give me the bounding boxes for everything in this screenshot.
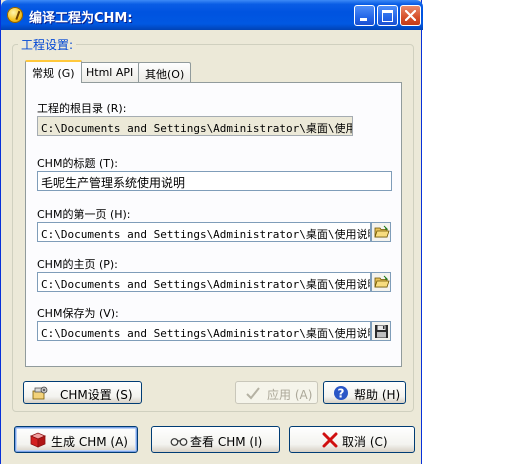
help-button[interactable]: ? 帮助 (H): [323, 381, 406, 404]
build-chm-label: 生成 CHM (A): [51, 435, 128, 449]
save-as-label: CHM保存为 (V):: [37, 307, 119, 320]
first-page-field[interactable]: C:\Documents and Settings\Administrator\…: [37, 222, 371, 242]
help-label: 帮助 (H): [354, 388, 401, 402]
build-chm-button[interactable]: 生成 CHM (A): [14, 426, 138, 453]
close-icon: [405, 10, 416, 21]
red-x-icon: [322, 432, 338, 448]
home-page-field[interactable]: C:\Documents and Settings\Administrator\…: [37, 272, 371, 292]
save-as-browse-button[interactable]: [371, 321, 391, 341]
title-bar[interactable]: 编译工程为CHM:: [1, 0, 423, 30]
app-icon[interactable]: [7, 7, 23, 23]
chm-title-label: CHM的标题 (T):: [37, 157, 118, 170]
chm-settings-label: CHM设置 (S): [60, 388, 133, 402]
window-title: 编译工程为CHM:: [29, 11, 133, 26]
settings-icon: [32, 386, 48, 400]
maximize-button[interactable]: [377, 5, 398, 26]
cancel-button[interactable]: 取消 (C): [289, 426, 415, 453]
chm-settings-button[interactable]: CHM设置 (S): [23, 381, 142, 404]
help-question-icon: ?: [334, 386, 348, 401]
red-book-icon: [29, 432, 47, 448]
first-page-label: CHM的第一页 (H):: [37, 208, 131, 221]
view-chm-button[interactable]: 查看 CHM (I): [151, 426, 280, 453]
apply-label: 应用 (A): [267, 388, 313, 402]
floppy-disk-icon: [375, 325, 388, 338]
minimize-button[interactable]: [354, 5, 375, 26]
apply-button[interactable]: 应用 (A): [235, 381, 318, 404]
root-dir-field[interactable]: C:\Documents and Settings\Administrator\…: [37, 116, 353, 136]
save-as-field[interactable]: C:\Documents and Settings\Administrator\…: [37, 321, 371, 341]
first-page-browse-button[interactable]: [371, 222, 391, 242]
checkmark-icon: [246, 387, 260, 400]
close-button[interactable]: [400, 5, 421, 26]
cancel-label: 取消 (C): [342, 435, 388, 449]
home-page-label: CHM的主页 (P):: [37, 258, 118, 271]
folder-open-icon: [374, 275, 390, 288]
tab-general[interactable]: 常规 (G): [25, 60, 82, 83]
chm-title-field[interactable]: 毛呢生产管理系统使用说明: [37, 171, 392, 191]
root-dir-label: 工程的根目录 (R):: [37, 102, 127, 115]
glasses-icon: [170, 438, 188, 446]
folder-open-icon: [374, 225, 390, 238]
group-label: 工程设置:: [18, 36, 77, 53]
home-page-browse-button[interactable]: [371, 272, 391, 292]
tab-html-api[interactable]: Html API: [79, 62, 141, 82]
view-chm-label: 查看 CHM (I): [190, 435, 263, 449]
dialog-window: 编译工程为CHM: 工程设置: 常规 (G) Html API 其他(O) 工程…: [0, 0, 423, 464]
tab-other[interactable]: 其他(O): [138, 62, 192, 82]
svg-text:?: ?: [338, 387, 345, 401]
